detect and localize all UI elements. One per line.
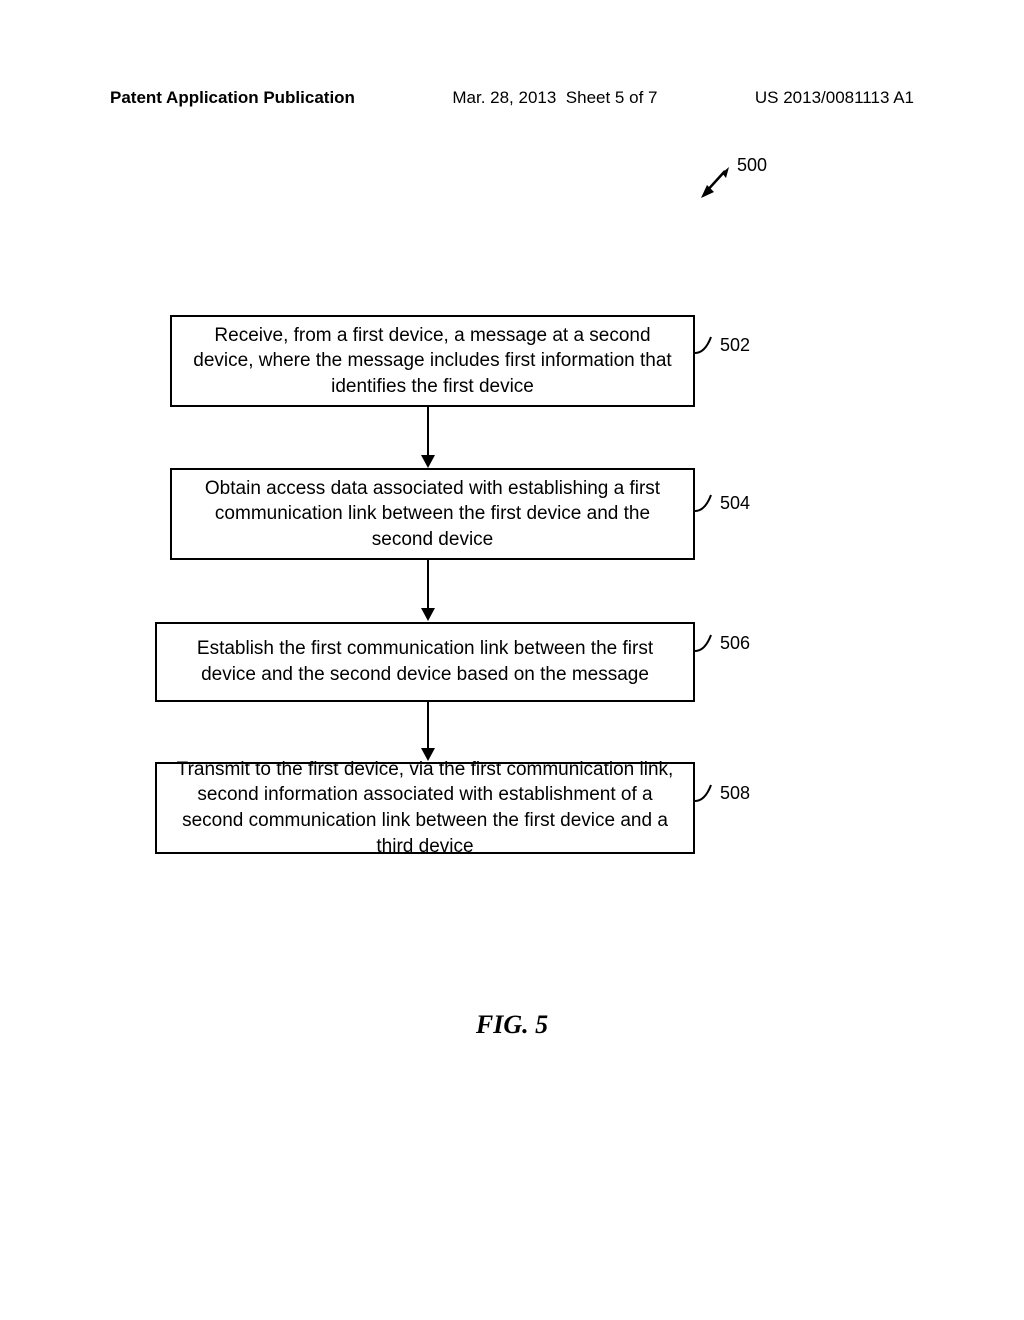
step-text: Transmit to the first device, via the fi… bbox=[175, 757, 675, 860]
step-text: Obtain access data associated with estab… bbox=[190, 476, 675, 553]
reference-number-504: 504 bbox=[720, 493, 750, 514]
reference-number-500: 500 bbox=[737, 155, 767, 176]
step-text: Receive, from a first device, a message … bbox=[190, 323, 675, 400]
page-header: Patent Application Publication Mar. 28, … bbox=[0, 88, 1024, 108]
down-arrow-icon bbox=[418, 407, 438, 469]
flowchart-step-506: Establish the first communication link b… bbox=[155, 622, 695, 702]
flowchart-step-502: Receive, from a first device, a message … bbox=[170, 315, 695, 407]
figure-label: FIG. 5 bbox=[0, 1010, 1024, 1040]
leader-curve-icon bbox=[695, 633, 719, 655]
reference-number-506: 506 bbox=[720, 633, 750, 654]
step-text: Establish the first communication link b… bbox=[175, 636, 675, 687]
flowchart-step-508: Transmit to the first device, via the fi… bbox=[155, 762, 695, 854]
leader-curve-icon bbox=[695, 335, 719, 357]
down-arrow-icon bbox=[418, 560, 438, 622]
figure-reference-500: 500 bbox=[695, 155, 755, 205]
reference-number-502: 502 bbox=[720, 335, 750, 356]
reference-number-508: 508 bbox=[720, 783, 750, 804]
leader-curve-icon bbox=[695, 783, 719, 805]
down-arrow-icon bbox=[418, 702, 438, 762]
leader-curve-icon bbox=[695, 493, 719, 515]
publication-date: Mar. 28, 2013 Sheet 5 of 7 bbox=[452, 88, 657, 108]
publication-type: Patent Application Publication bbox=[110, 88, 355, 108]
publication-number: US 2013/0081113 A1 bbox=[755, 88, 914, 108]
flowchart-step-504: Obtain access data associated with estab… bbox=[170, 468, 695, 560]
reference-arrow-icon bbox=[695, 165, 735, 201]
